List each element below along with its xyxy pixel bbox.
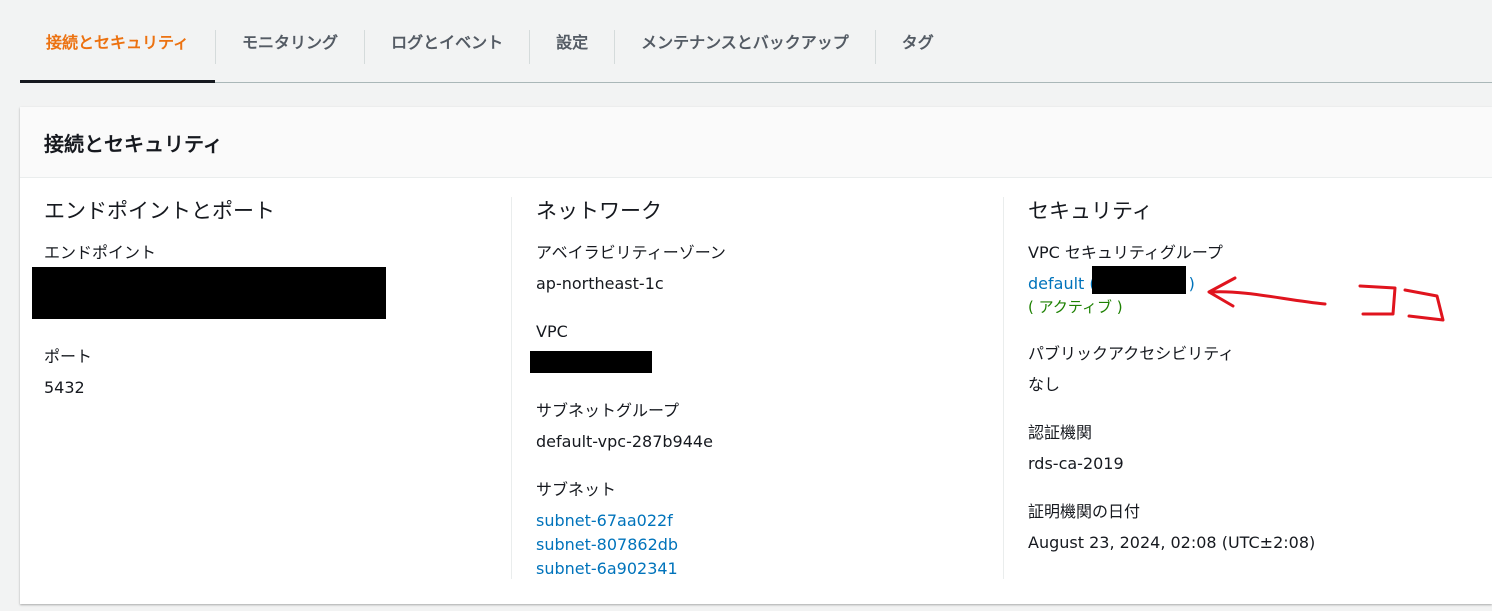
az-label: アベイラビリティーゾーン: [536, 243, 726, 262]
security-group-label: VPC セキュリティグループ: [1028, 243, 1223, 262]
panel-header: 接続とセキュリティ: [20, 107, 1492, 178]
endpoint-value: [32, 265, 504, 321]
subnet-list: subnet-67aa022f subnet-807862db subnet-6…: [536, 509, 996, 581]
ca-label: 認証機関: [1028, 423, 1093, 442]
ca-value: rds-ca-2019: [1028, 454, 1124, 473]
subnet-link[interactable]: subnet-6a902341: [536, 557, 996, 581]
tab-label: タグ: [901, 33, 934, 52]
ca-date-group: 証明機関の日付 August 23, 2024, 02:08 (UTC±2:08…: [1028, 500, 1488, 555]
redaction-box: [530, 351, 652, 373]
tab-tags[interactable]: タグ: [876, 0, 960, 82]
tab-maintenance-backup[interactable]: メンテナンスとバックアップ: [615, 0, 875, 82]
redaction-box: [1092, 266, 1186, 294]
ca-date-label: 証明機関の日付: [1028, 502, 1141, 521]
subnet-group-group: サブネットグループ default-vpc-287b944e: [536, 399, 996, 454]
annotation-arrow-icon: [1207, 276, 1445, 322]
tab-label: メンテナンスとバックアップ: [641, 33, 849, 52]
public-access-value: なし: [1028, 375, 1061, 394]
security-group-link-suffix[interactable]: ): [1189, 274, 1195, 293]
endpoint-label: エンドポイント: [44, 243, 157, 262]
public-access-label: パブリックアクセシビリティ: [1028, 344, 1235, 363]
vpc-group: VPC: [530, 320, 996, 375]
az-value: ap-northeast-1c: [536, 274, 664, 293]
tab-label: モニタリング: [242, 33, 339, 52]
port-value: 5432: [44, 378, 85, 397]
endpoints-title: エンドポイントとポート: [44, 199, 275, 223]
ca-date-value: August 23, 2024, 02:08 (UTC±2:08): [1028, 533, 1316, 552]
endpoints-column: エンドポイントとポート エンドポイント ポート 5432: [32, 197, 504, 424]
ca-group: 認証機関 rds-ca-2019: [1028, 421, 1488, 476]
tab-label: ログとイベント: [391, 33, 504, 52]
security-column: セキュリティ VPC セキュリティグループ default () ( アクティブ…: [1028, 197, 1488, 579]
endpoint-group: エンドポイント: [32, 241, 504, 321]
port-label: ポート: [44, 347, 93, 366]
network-title: ネットワーク: [536, 199, 662, 223]
column-divider: [511, 197, 512, 579]
tab-configuration[interactable]: 設定: [530, 0, 614, 82]
security-group-link-prefix[interactable]: default (: [1028, 274, 1096, 293]
tab-logs-events[interactable]: ログとイベント: [365, 0, 529, 82]
az-group: アベイラビリティーゾーン ap-northeast-1c: [536, 241, 996, 296]
public-access-group: パブリックアクセシビリティ なし: [1028, 342, 1488, 397]
subnet-link[interactable]: subnet-807862db: [536, 533, 996, 557]
connectivity-security-panel: 接続とセキュリティ エンドポイントとポート エンドポイント ポート 5432 ネ…: [20, 107, 1492, 604]
column-divider: [1003, 197, 1004, 579]
subnets-group: サブネット subnet-67aa022f subnet-807862db su…: [536, 478, 996, 581]
tab-label: 設定: [556, 33, 589, 52]
tab-bar: 接続とセキュリティ モニタリング ログとイベント 設定 メンテナンスとバックアッ…: [20, 0, 1492, 83]
security-title: セキュリティ: [1028, 199, 1153, 223]
tab-monitoring[interactable]: モニタリング: [216, 0, 364, 82]
panel-title: 接続とセキュリティ: [44, 131, 223, 156]
subnet-group-label: サブネットグループ: [536, 401, 680, 420]
redaction-box: [32, 267, 386, 319]
subnet-group-value: default-vpc-287b944e: [536, 432, 713, 451]
network-column: ネットワーク アベイラビリティーゾーン ap-northeast-1c VPC …: [530, 197, 996, 605]
tab-connectivity-security[interactable]: 接続とセキュリティ: [20, 0, 216, 83]
subnet-link[interactable]: subnet-67aa022f: [536, 509, 996, 533]
tab-label: 接続とセキュリティ: [46, 33, 190, 52]
vpc-value: [530, 344, 996, 375]
subnets-label: サブネット: [536, 480, 617, 499]
vpc-label: VPC: [536, 322, 568, 341]
port-group: ポート 5432: [44, 345, 504, 400]
